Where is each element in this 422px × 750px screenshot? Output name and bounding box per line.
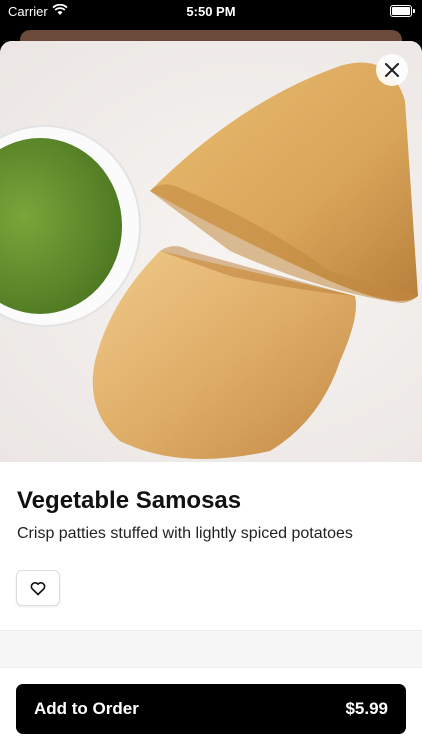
item-photo <box>0 41 422 462</box>
item-detail-sheet: Vegetable Samosas Crisp patties stuffed … <box>0 41 422 750</box>
close-button[interactable] <box>376 54 408 86</box>
battery-icon <box>390 5 415 17</box>
status-bar: Carrier 5:50 PM <box>0 0 422 24</box>
item-title: Vegetable Samosas <box>17 487 242 514</box>
favorite-button[interactable] <box>16 570 60 606</box>
add-to-order-label: Add to Order <box>34 699 139 718</box>
status-time: 5:50 PM <box>186 4 236 19</box>
item-price: $5.99 <box>345 699 388 718</box>
add-to-order-button[interactable]: Add to Order $5.99 <box>16 684 406 734</box>
heart-icon <box>30 581 46 595</box>
close-icon <box>385 63 399 77</box>
item-description: Crisp patties stuffed with lightly spice… <box>17 525 353 542</box>
section-divider <box>0 630 422 668</box>
